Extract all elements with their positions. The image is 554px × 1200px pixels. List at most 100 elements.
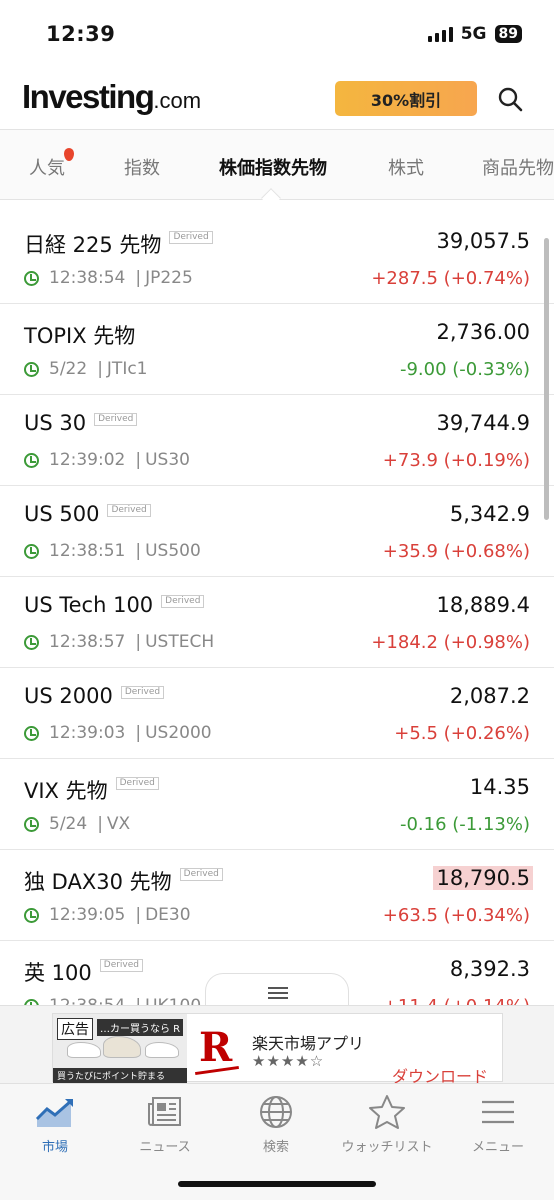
ad-card[interactable]: 広告 …カー買うなら R 買うたびにポイント貯まる R 楽天市場アプリ ★★★★… xyxy=(52,1013,503,1086)
instrument-name-text: VIX 先物 xyxy=(24,779,108,803)
instrument-meta: 12:38:54 | UK100 xyxy=(24,996,201,1005)
shoe-image xyxy=(145,1042,179,1058)
ad-image: 広告 …カー買うなら R 買うたびにポイント貯まる xyxy=(53,1014,187,1083)
shoe-image xyxy=(67,1042,101,1058)
instrument-name: VIX 先物 Derived xyxy=(24,775,159,805)
instrument-price: 39,744.9 xyxy=(436,411,530,435)
nav-menu[interactable]: メニュー xyxy=(443,1092,553,1155)
instrument-meta: 12:39:05 | DE30 xyxy=(24,905,191,925)
clock-icon xyxy=(24,270,39,286)
battery-icon: 89 xyxy=(494,25,522,43)
derived-tag: Derived xyxy=(120,686,165,699)
instrument-row[interactable]: US Tech 100 Derived 18,889.4 12:38:57 | … xyxy=(0,577,554,668)
tab-stocks[interactable]: 株式 xyxy=(388,154,424,180)
tab-label: 株価指数先物 xyxy=(219,158,327,179)
derived-tag: Derived xyxy=(169,231,213,244)
instrument-name: US 500 Derived xyxy=(24,502,151,526)
globe-icon xyxy=(221,1092,331,1132)
instrument-name-text: US 500 xyxy=(24,502,100,526)
derived-tag: Derived xyxy=(99,959,144,972)
meta-divider: | xyxy=(135,723,142,743)
meta-divider: | xyxy=(135,632,142,652)
investing-logo[interactable]: Investing.com xyxy=(22,78,201,116)
instrument-symbol: DE30 xyxy=(145,905,191,925)
ad-banner: 広告 …カー買うなら R 買うたびにポイント貯まる R 楽天市場アプリ ★★★★… xyxy=(0,1005,554,1086)
instrument-meta: 12:39:02 | US30 xyxy=(24,450,190,470)
nav-watchlist[interactable]: ウォッチリスト xyxy=(332,1092,442,1155)
instrument-time: 12:38:57 xyxy=(49,632,126,652)
instrument-symbol: VX xyxy=(106,814,131,834)
instrument-list[interactable]: 日経 225 先物 Derived 39,057.5 12:38:54 | JP… xyxy=(0,213,554,1005)
instrument-name: US 2000 Derived xyxy=(24,684,165,708)
tab-indices[interactable]: 指数 xyxy=(124,154,160,180)
instrument-name-text: 日経 225 先物 xyxy=(24,233,162,257)
instrument-price: 18,790.5 xyxy=(433,866,533,890)
instrument-change: +5.5 (+0.26%) xyxy=(394,723,530,744)
instrument-row[interactable]: TOPIX 先物 2,736.00 5/22 | JTIc1 -9.00 (-0… xyxy=(0,304,554,395)
instrument-meta: 12:38:54 | JP225 xyxy=(24,268,193,288)
instrument-symbol: USTECH xyxy=(145,632,215,652)
network-label: 5G xyxy=(460,24,487,44)
search-icon[interactable] xyxy=(497,86,523,112)
instrument-row[interactable]: VIX 先物 Derived 14.35 5/24 | VX -0.16 (-1… xyxy=(0,759,554,850)
instrument-change: +73.9 (+0.19%) xyxy=(382,450,530,471)
instrument-name-text: US 30 xyxy=(24,411,87,435)
meta-divider: | xyxy=(135,541,142,561)
instrument-time: 12:38:51 xyxy=(49,541,126,561)
instrument-meta: 5/24 | VX xyxy=(24,814,130,834)
nav-search[interactable]: 検索 xyxy=(221,1092,331,1155)
tab-label: 株式 xyxy=(388,158,424,179)
status-bar: 12:39 5G 89 xyxy=(0,0,554,64)
meta-divider: | xyxy=(135,996,141,1005)
instrument-row[interactable]: US 500 Derived 5,342.9 12:38:51 | US500 … xyxy=(0,486,554,577)
instrument-name: US 30 Derived xyxy=(24,411,138,435)
instrument-meta: 12:38:51 | US500 xyxy=(24,541,201,561)
nav-markets[interactable]: 市場 xyxy=(0,1092,110,1155)
clock-icon xyxy=(24,725,39,741)
clock-icon xyxy=(24,543,39,559)
handle-lines-icon xyxy=(268,987,288,1002)
instrument-row[interactable]: 独 DAX30 先物 Derived 18,790.5 12:39:05 | D… xyxy=(0,850,554,941)
instrument-row[interactable]: US 30 Derived 39,744.9 12:39:02 | US30 +… xyxy=(0,395,554,486)
logo-brand: Investing xyxy=(22,78,155,115)
instrument-price: 14.35 xyxy=(469,775,530,799)
instrument-symbol: US2000 xyxy=(145,723,212,743)
derived-tag: Derived xyxy=(107,504,151,517)
instrument-price: 2,736.00 xyxy=(436,320,530,344)
tab-popular[interactable]: 人気 xyxy=(29,148,74,180)
drawer-handle[interactable] xyxy=(205,973,349,1009)
instrument-change: +184.2 (+0.98%) xyxy=(371,632,530,653)
ad-image-bottom-text: 買うたびにポイント貯まる xyxy=(53,1068,187,1083)
nav-label: 市場 xyxy=(41,1140,68,1155)
status-right: 5G 89 xyxy=(427,24,522,44)
instrument-time: 5/24 xyxy=(49,814,88,834)
tab-commodities[interactable]: 商品先物 xyxy=(482,154,554,180)
instrument-time: 12:38:54 xyxy=(49,996,125,1005)
instrument-name: US Tech 100 Derived xyxy=(24,593,205,617)
instrument-meta: 12:38:57 | USTECH xyxy=(24,632,214,652)
instrument-change: +35.9 (+0.68%) xyxy=(382,541,530,562)
instrument-name: 日経 225 先物 Derived xyxy=(24,229,213,259)
tab-index-futures[interactable]: 株価指数先物 xyxy=(219,154,327,180)
instrument-symbol: UK100 xyxy=(145,996,201,1005)
tab-label: 人気 xyxy=(29,158,65,179)
derived-tag: Derived xyxy=(161,595,205,608)
nav-news[interactable]: ニュース xyxy=(110,1092,220,1155)
derived-tag: Derived xyxy=(115,777,159,790)
nav-label: 検索 xyxy=(262,1140,289,1155)
clock-icon xyxy=(24,907,39,923)
promo-button[interactable]: 30%割引 xyxy=(335,81,477,116)
instrument-price: 5,342.9 xyxy=(449,502,530,526)
nav-label: ニュース xyxy=(139,1140,191,1155)
instrument-name: 独 DAX30 先物 Derived xyxy=(24,866,223,896)
meta-divider: | xyxy=(135,905,142,925)
instrument-row[interactable]: US 2000 Derived 2,087.2 12:39:03 | US200… xyxy=(0,668,554,759)
instrument-change: -0.16 (-1.13%) xyxy=(399,814,530,835)
instrument-meta: 5/22 | JTIc1 xyxy=(24,359,148,379)
instrument-row[interactable]: 日経 225 先物 Derived 39,057.5 12:38:54 | JP… xyxy=(0,213,554,304)
shoe-image xyxy=(103,1036,141,1058)
instrument-price: 18,889.4 xyxy=(436,593,530,617)
scrollbar[interactable] xyxy=(544,238,549,520)
instrument-time: 12:39:05 xyxy=(49,905,126,925)
instrument-name-text: 英 100 xyxy=(24,961,92,985)
